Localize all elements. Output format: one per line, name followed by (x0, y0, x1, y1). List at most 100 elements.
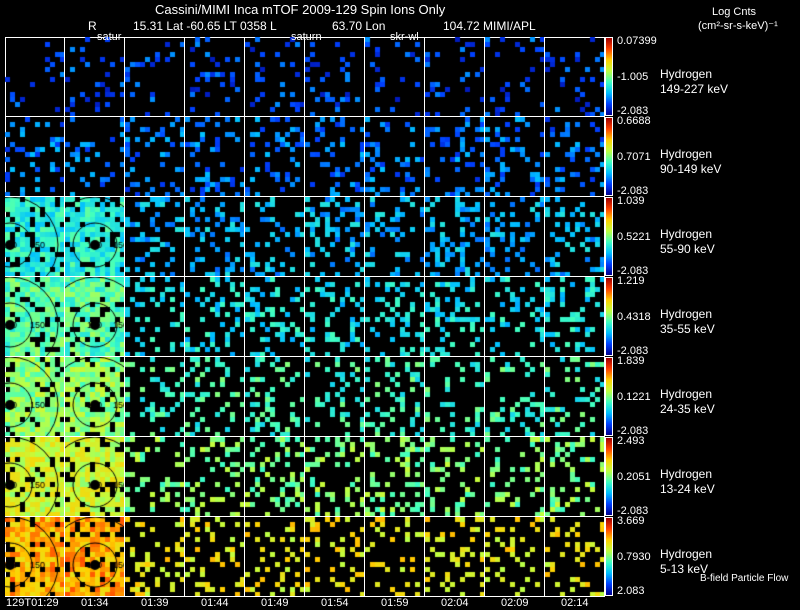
image-panel (185, 197, 245, 277)
colorbar (605, 277, 613, 356)
heatmap-image (245, 117, 304, 196)
species-label: Hydrogen (660, 467, 713, 481)
heatmap-image (5, 357, 64, 436)
colorbar-mid: 0.1221 (617, 391, 651, 403)
image-panel (365, 197, 425, 277)
species-label: Hydrogen (660, 147, 713, 161)
species-label: Hydrogen (660, 227, 713, 241)
heatmap-image (425, 117, 484, 196)
image-panel (485, 117, 545, 197)
image-panel (305, 37, 365, 117)
image-panel (125, 117, 185, 197)
heatmap-image (125, 197, 184, 276)
heatmap-image (65, 517, 124, 596)
energy-label: 35-55 keV (660, 322, 715, 336)
image-panel (5, 277, 65, 357)
colorbar-max: 0.6688 (617, 115, 651, 127)
image-panel (425, 437, 485, 517)
image-panel (5, 37, 65, 117)
species-label: Hydrogen (660, 387, 713, 401)
heatmap-image (485, 517, 544, 596)
image-panel (5, 517, 65, 597)
image-panel (305, 437, 365, 517)
heatmap-image (365, 357, 424, 436)
energy-label: 13-24 keV (660, 482, 715, 496)
image-panel (185, 277, 245, 357)
heatmap-image (545, 197, 604, 276)
colorbar-max: 1.219 (617, 275, 645, 287)
position-info: 15.31 Lat -60.65 LT 0358 L (133, 19, 277, 33)
heatmap-image (365, 197, 424, 276)
image-panel (65, 277, 125, 357)
image-panel (65, 117, 125, 197)
heatmap-image (485, 117, 544, 196)
time-label: 01:34 (81, 597, 109, 609)
heatmap-image (425, 437, 484, 516)
colorbar-mid: 0.2051 (617, 471, 651, 483)
colorbar (605, 37, 613, 116)
image-panel (245, 37, 305, 117)
image-panel (545, 517, 605, 597)
energy-label: 24-35 keV (660, 402, 715, 416)
longitude-value: 104.72 MIMI/APL (443, 19, 536, 33)
colorbar-max: 0.07399 (617, 35, 657, 47)
image-panel (365, 437, 425, 517)
heatmap-image (545, 37, 604, 116)
image-panel (305, 357, 365, 437)
species-label: Hydrogen (660, 307, 713, 321)
overlay-label-skr: skr-wl (390, 31, 419, 43)
image-panel (545, 37, 605, 117)
time-label: 01:54 (321, 597, 349, 609)
units-title: Log Cnts (712, 6, 757, 18)
bfield-legend: B-field Particle Flow (700, 573, 789, 584)
heatmap-image (545, 277, 604, 356)
image-panel (305, 277, 365, 357)
energy-label: 55-90 keV (660, 242, 715, 256)
heatmap-image (65, 37, 124, 116)
image-panel (365, 277, 425, 357)
heatmap-image (365, 277, 424, 356)
image-panel (65, 517, 125, 597)
heatmap-image (545, 357, 604, 436)
image-panel (65, 37, 125, 117)
heatmap-image (185, 117, 244, 196)
image-panel (5, 437, 65, 517)
heatmap-image (425, 277, 484, 356)
heatmap-image (185, 277, 244, 356)
image-panel (65, 357, 125, 437)
channel-label: Hydrogen 90-149 keV (660, 147, 721, 177)
image-panel (425, 357, 485, 437)
plot-title: Cassini/MIMI Inca mTOF 2009-129 Spin Ion… (155, 2, 446, 17)
heatmap-image (185, 197, 244, 276)
heatmap-image (485, 357, 544, 436)
heatmap-image (425, 517, 484, 596)
heatmap-image (185, 37, 244, 116)
image-panel (425, 277, 485, 357)
image-panel (125, 517, 185, 597)
channel-label: Hydrogen 24-35 keV (660, 387, 715, 417)
heatmap-image (125, 437, 184, 516)
heatmap-image (545, 437, 604, 516)
heatmap-image (5, 277, 64, 356)
image-panel (305, 197, 365, 277)
heatmap-image (305, 437, 364, 516)
heatmap-image (125, 517, 184, 596)
image-panel (245, 197, 305, 277)
image-panel (125, 437, 185, 517)
time-label: 01:59 (381, 597, 409, 609)
image-panel (185, 117, 245, 197)
time-label: 129T01:29 (6, 597, 59, 609)
image-panel (545, 117, 605, 197)
heatmap-image (245, 197, 304, 276)
heatmap-image (425, 357, 484, 436)
colorbar (605, 437, 613, 516)
image-panel (245, 517, 305, 597)
heatmap-image (125, 117, 184, 196)
image-panel (485, 197, 545, 277)
heatmap-image (245, 277, 304, 356)
units-label: (cm²-sr-s-keV)⁻¹ (698, 20, 778, 32)
species-label: Hydrogen (660, 67, 713, 81)
heatmap-image (5, 117, 64, 196)
heatmap-image (65, 437, 124, 516)
heatmap-image (305, 517, 364, 596)
